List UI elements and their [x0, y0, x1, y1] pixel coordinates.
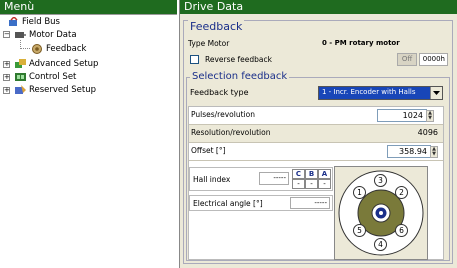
hall-position-2: 2 — [395, 186, 408, 199]
hall-position-6: 6 — [395, 224, 408, 237]
feedback-icon — [32, 44, 43, 54]
tree-item-label: Control Set — [29, 72, 77, 82]
tree-item-label: Field Bus — [22, 17, 60, 27]
advanced-setup-icon — [15, 59, 26, 69]
hall-position-5: 5 — [353, 224, 366, 237]
hall-value-b: - — [305, 179, 318, 189]
expand-advanced-setup[interactable]: + — [3, 61, 10, 68]
pulses-input[interactable]: 1024 ▲ ▼ — [377, 109, 434, 122]
reverse-feedback-row: Reverse feedback Off 0000h — [186, 53, 450, 67]
hall-sensor-diagram: 3 2 1 6 5 4 — [334, 166, 428, 260]
collapse-motor-data[interactable]: − — [3, 31, 10, 38]
type-motor-value: 0 - PM rotary motor — [322, 39, 400, 47]
hall-header-c: C — [292, 169, 305, 179]
fieldbus-icon — [8, 15, 19, 27]
hall-header-b: B — [305, 169, 318, 179]
hall-position-3: 3 — [374, 174, 387, 187]
feedback-type-row: Feedback type 1 - Incr. Encoder with Hal… — [188, 86, 448, 100]
electrical-angle-box: Electrical angle [°] ----- — [189, 195, 333, 211]
resolution-label: Resolution/revolution — [191, 128, 271, 137]
offset-spinner[interactable]: ▲ ▼ — [430, 146, 438, 158]
feedback-type-value: 1 - Incr. Encoder with Halls — [322, 88, 416, 96]
tree-item-label: Motor Data — [29, 30, 77, 40]
feedback-type-select[interactable]: 1 - Incr. Encoder with Halls — [318, 86, 443, 100]
pulses-spinner[interactable]: ▲ ▼ — [426, 110, 434, 122]
menu-title: Menù — [0, 0, 177, 14]
expand-reserved-setup[interactable]: + — [3, 87, 10, 94]
offset-value: 358.94 — [399, 147, 427, 156]
hall-cba-table: C B A - - - — [292, 169, 331, 189]
motor-icon — [15, 30, 26, 40]
reverse-state-indicator: Off — [397, 53, 417, 66]
offset-row: Offset [°] 358.94 ▲ ▼ — [189, 143, 443, 161]
pulses-value: 1024 — [402, 111, 423, 120]
resolution-row: Resolution/revolution 4096 — [189, 125, 443, 143]
hall-position-4: 4 — [374, 238, 387, 251]
feedback-type-label: Feedback type — [190, 88, 249, 97]
offset-label: Offset [°] — [191, 146, 226, 155]
resolution-value: 4096 — [417, 128, 438, 137]
tree-item-label: Advanced Setup — [29, 59, 99, 69]
tree-item-label: Reserved Setup — [29, 85, 97, 95]
pulses-row: Pulses/revolution 1024 ▲ ▼ — [189, 107, 443, 125]
hall-index-box: Hall index ----- C B A - - - — [189, 167, 333, 191]
tree-item-label: Feedback — [46, 44, 87, 54]
reverse-feedback-checkbox[interactable] — [190, 55, 199, 64]
reverse-code-value: 0000h — [419, 53, 448, 66]
hall-value-a: - — [318, 179, 331, 189]
electrical-angle-label: Electrical angle [°] — [193, 199, 263, 208]
hall-position-1: 1 — [353, 186, 366, 199]
type-motor-row: Type Motor 0 - PM rotary motor — [186, 38, 450, 50]
hall-index-label: Hall index — [193, 175, 231, 184]
reserved-setup-icon — [15, 85, 26, 95]
pulses-label: Pulses/revolution — [191, 110, 255, 119]
type-motor-label: Type Motor — [188, 39, 230, 48]
chevron-down-icon[interactable] — [430, 87, 442, 99]
control-set-icon — [15, 72, 26, 82]
menu-panel: Menù Field Bus − Motor Data Feedback + A… — [0, 0, 177, 268]
expand-control-set[interactable]: + — [3, 74, 10, 81]
hall-value-c: - — [292, 179, 305, 189]
reverse-feedback-label: Reverse feedback — [205, 55, 272, 64]
feedback-section-title: Feedback — [188, 20, 245, 33]
offset-input[interactable]: 358.94 ▲ ▼ — [387, 145, 438, 158]
drive-data-title: Drive Data — [180, 0, 457, 14]
hall-header-a: A — [318, 169, 331, 179]
hall-index-value: ----- — [259, 172, 289, 185]
selection-feedback-title: Selection feedback — [190, 71, 290, 82]
drive-data-panel: Drive Data Feedback Type Motor 0 - PM ro… — [179, 0, 457, 268]
electrical-angle-value: ----- — [290, 197, 330, 209]
